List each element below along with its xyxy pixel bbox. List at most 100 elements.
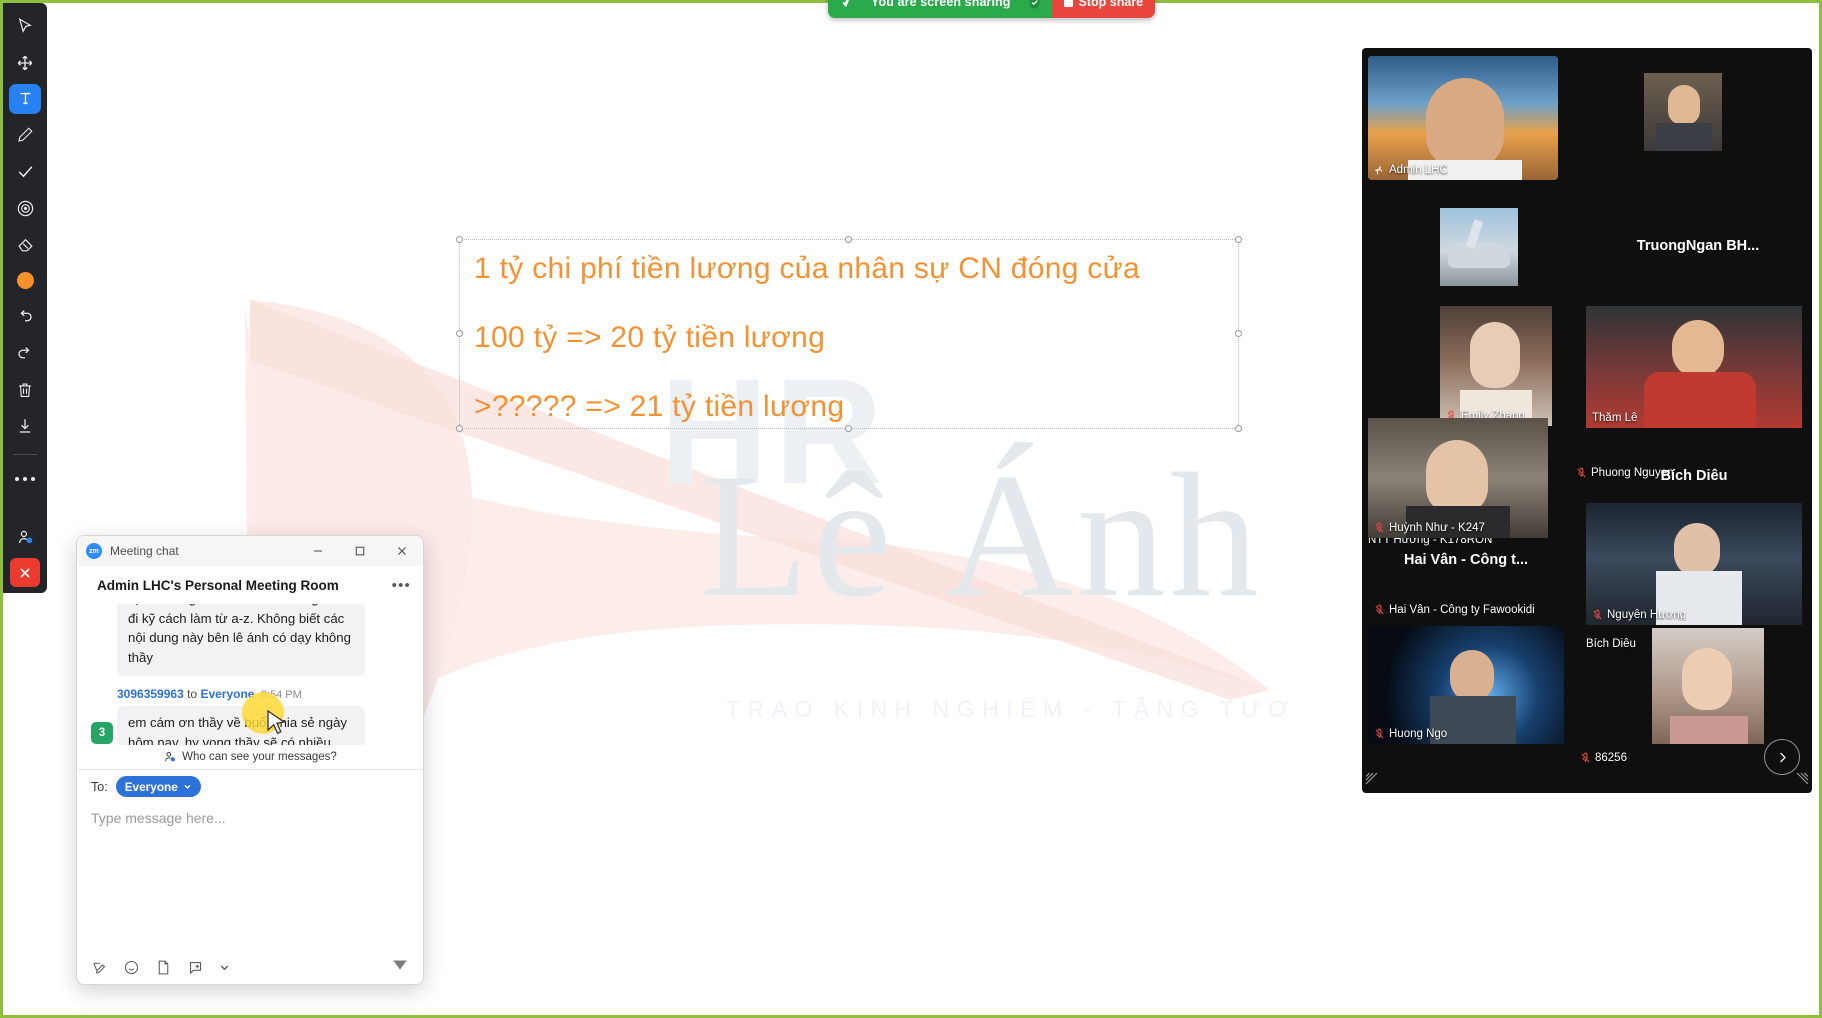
chat-recipient-dropdown[interactable]: Everyone (115, 776, 201, 797)
resize-handle-top-center[interactable] (845, 236, 852, 243)
resize-grip-bottom-right[interactable] (1796, 772, 1809, 790)
shield-check-icon[interactable] (1027, 0, 1042, 10)
move-arrows-icon (17, 55, 33, 70)
participant-name: Huong Ngo (1389, 728, 1448, 740)
chat-message-input[interactable]: Type message here... (77, 804, 423, 951)
close-icon (398, 547, 406, 555)
participant-tile-truongngan[interactable]: TruongNgan BH... (1590, 190, 1806, 302)
text-t-icon (20, 93, 30, 105)
participant-display-name: Hai Vân - Công t... (1403, 552, 1529, 568)
participant-face (1682, 648, 1732, 710)
participant-tile-tham-le[interactable]: Thắm Lê (1586, 306, 1802, 428)
resize-handle-bottom-left[interactable] (456, 425, 463, 432)
chat-message-bubble: em cám ơn thầy về buổi chia sẻ ngày hôm … (117, 706, 365, 745)
screenshot-icon[interactable] (187, 959, 204, 976)
pin-icon (1374, 165, 1385, 176)
resize-handle-top-right[interactable] (1235, 236, 1242, 243)
participant-tile-phuong-nguyen[interactable] (1644, 73, 1722, 151)
eraser-tool[interactable] (9, 229, 41, 259)
participant-face (1668, 85, 1700, 125)
participant-face (1470, 322, 1520, 388)
maximize-button[interactable] (339, 536, 381, 566)
move-tool[interactable] (9, 47, 41, 77)
chat-avatar: 3 (91, 722, 113, 744)
resize-handle-middle-right[interactable] (1235, 330, 1242, 337)
three-dots-icon (14, 476, 36, 482)
more-button[interactable] (9, 464, 41, 494)
file-icon[interactable] (155, 959, 172, 976)
chevron-down-icon (184, 784, 191, 789)
participant-tile-huong-ngo[interactable]: Huong Ngo (1368, 626, 1564, 744)
chat-toolbar (77, 950, 423, 984)
chat-sender-name: 3096359963 (117, 687, 184, 701)
text-tool[interactable] (9, 83, 41, 115)
participant-tile-hai-van[interactable]: Hai Vân - Công t... Hai Vân - Công ty Fa… (1368, 500, 1564, 620)
resize-handle-bottom-center[interactable] (845, 425, 852, 432)
close-annotation-button[interactable] (10, 558, 40, 587)
participant-face (1674, 523, 1720, 577)
chat-privacy-text: Who can see your messages? (182, 750, 337, 763)
participant-name-label: Nguyễn Hương (1592, 609, 1686, 621)
participants-button[interactable] (9, 522, 41, 552)
participant-tile-86256[interactable] (1652, 628, 1764, 744)
resize-handle-bottom-right[interactable] (1235, 425, 1242, 432)
participant-name-label: Hai Vân - Công ty Fawookidi (1374, 604, 1535, 616)
participant-name: Bích Diêu (1586, 637, 1636, 650)
draw-tool[interactable] (9, 120, 41, 150)
chat-privacy-note[interactable]: Who can see your messages? (77, 745, 423, 770)
chat-room-more-button[interactable]: ••• (392, 577, 411, 594)
undo-arrow-icon (20, 310, 32, 322)
color-picker[interactable] (9, 266, 41, 296)
participant-tile-emily-zhang[interactable]: Emily Zhang (1440, 306, 1552, 426)
participant-face (1672, 320, 1724, 378)
format-text-icon[interactable] (91, 959, 108, 976)
slide-text-line-2: 100 tỷ => 20 tỷ tiền lương (474, 321, 826, 354)
trash-icon (19, 383, 31, 398)
resize-handle-top-left[interactable] (456, 236, 463, 243)
spotlight-tool[interactable] (9, 193, 41, 223)
chevron-down-icon[interactable] (219, 962, 230, 973)
redo-arrow-icon (18, 346, 30, 359)
participant-tile-admin-lhc[interactable]: Admin LHC (1368, 56, 1558, 180)
zoom-logo-icon: zm (86, 543, 102, 559)
participant-tile-ntt-huong[interactable] (1440, 208, 1518, 286)
minimize-button[interactable] (297, 536, 339, 566)
participant-face (1426, 78, 1504, 170)
screen-share-banner: You are screen sharing Stop share (828, 0, 1156, 18)
car-shape (1448, 242, 1510, 268)
eraser-icon (17, 238, 33, 252)
resize-handle-middle-left[interactable] (456, 330, 463, 337)
pencil-icon (18, 127, 33, 143)
participant-video-grid[interactable]: Admin LHC Phuong Nguyen NTT Hương - K178… (1362, 48, 1812, 793)
stop-share-button[interactable]: Stop share (1051, 0, 1156, 18)
participant-name-label: 86256 (1580, 726, 1627, 789)
participant-name: 86256 (1595, 751, 1627, 764)
send-button[interactable] (391, 956, 409, 979)
resize-grip-bottom-left[interactable] (1365, 772, 1378, 790)
save-button[interactable] (9, 411, 41, 441)
redo-button[interactable] (9, 339, 41, 369)
participant-shirt (1670, 716, 1748, 744)
clear-button[interactable] (9, 375, 41, 405)
chat-room-header: Admin LHC's Personal Meeting Room ••• (77, 566, 423, 604)
cursor-arrow-icon (18, 18, 32, 34)
participant-name-label: Admin LHC (1374, 164, 1448, 176)
select-tool[interactable] (9, 11, 41, 41)
share-pointer-icon (840, 0, 855, 10)
person-info-icon (165, 751, 176, 761)
stamp-tool[interactable] (9, 157, 41, 187)
emoji-icon[interactable] (123, 959, 140, 976)
slide-text-box[interactable]: 1 tỷ chi phí tiền lương của nhân sự CN đ… (456, 236, 1242, 432)
close-chat-button[interactable] (381, 536, 423, 566)
mouse-cursor-icon (267, 710, 286, 735)
maximize-icon (355, 546, 365, 556)
color-dot-icon (16, 272, 34, 290)
participant-tile-nguyen-huong[interactable]: Nguyễn Hương (1586, 503, 1802, 625)
meeting-chat-window[interactable]: zm Meeting chat Admin LHC's Personal Mee… (76, 535, 424, 985)
stop-share-label: Stop share (1078, 0, 1144, 9)
next-page-button[interactable] (1764, 739, 1800, 775)
chevron-right-icon (1779, 752, 1786, 762)
chat-window-title: Meeting chat (110, 544, 179, 558)
undo-button[interactable] (9, 302, 41, 332)
download-icon (19, 419, 31, 434)
